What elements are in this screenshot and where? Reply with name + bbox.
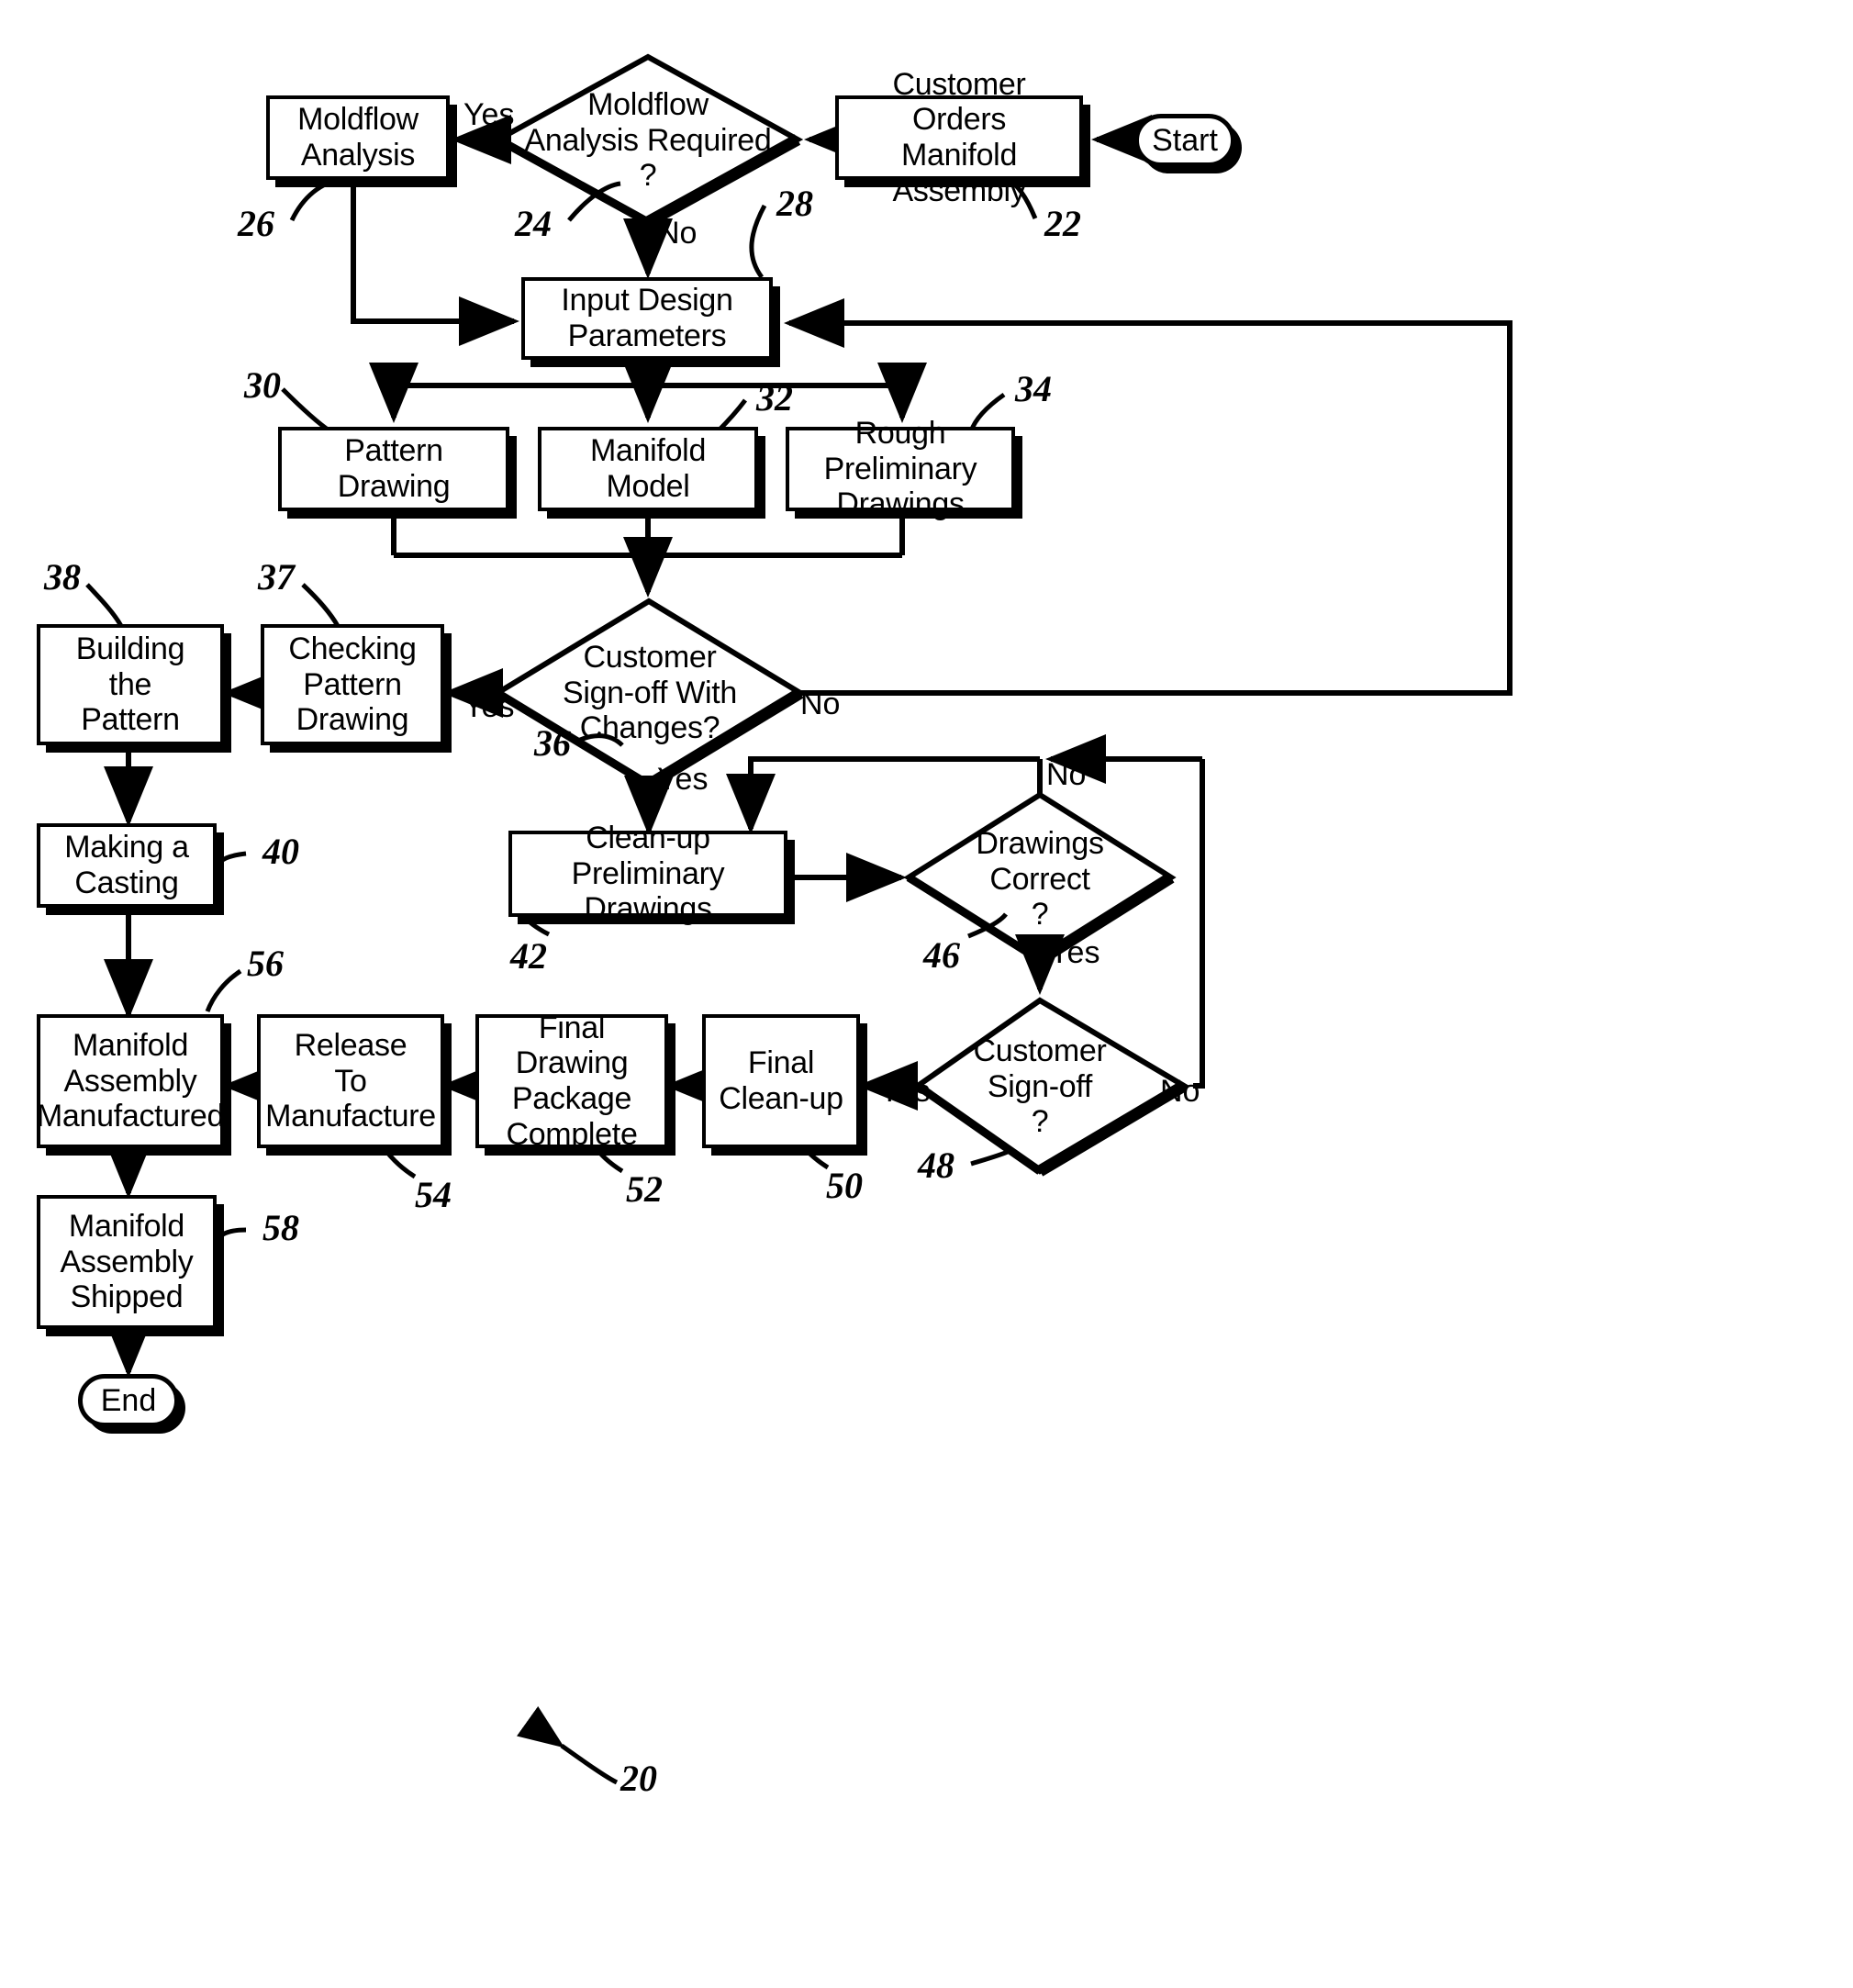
- node-rough-preliminary-drawings-label: Rough Preliminary Drawings: [823, 415, 977, 522]
- node-cleanup-preliminary-drawings-label: Clean-up Preliminary Drawings: [571, 820, 725, 927]
- ref-numeral-30: 30: [244, 364, 281, 406]
- ref-numeral-26: 26: [238, 203, 274, 244]
- ref-numeral-56: 56: [247, 943, 284, 984]
- node-moldflow-analysis[interactable]: Moldflow Analysis: [266, 95, 450, 180]
- node-moldflow-required-label: Moldflow Analysis Required?: [524, 86, 772, 194]
- node-end-label: End: [100, 1382, 157, 1418]
- node-building-the-pattern[interactable]: Building the Pattern: [37, 624, 224, 745]
- node-moldflow-analysis-label: Moldflow Analysis: [297, 102, 419, 173]
- node-making-a-casting[interactable]: Making a Casting: [37, 823, 217, 908]
- node-start[interactable]: Start: [1134, 114, 1235, 167]
- node-manifold-assembly-manufactured-label: Manifold Assembly Manufactured: [36, 1027, 225, 1134]
- node-final-drawing-package-label: Final Drawing Package Complete: [506, 1010, 638, 1152]
- node-end[interactable]: End: [78, 1374, 179, 1427]
- edge-label-moldflow-yes: Yes: [463, 97, 515, 132]
- node-customer-signoff-label: Customer Sign-off?: [973, 1033, 1107, 1140]
- ref-numeral-48: 48: [918, 1145, 954, 1186]
- node-cleanup-preliminary-drawings[interactable]: Clean-up Preliminary Drawings: [508, 821, 787, 926]
- edge-label-drawings-correct-yes: Yes: [1049, 935, 1100, 970]
- node-pattern-drawing[interactable]: Pattern Drawing: [278, 427, 509, 511]
- ref-numeral-50: 50: [826, 1165, 863, 1206]
- node-customer-signoff-label-wrap[interactable]: Customer Sign-off?: [948, 1030, 1132, 1144]
- edge-label-customer-signoff-no: No: [1160, 1074, 1200, 1109]
- node-final-cleanup[interactable]: Final Clean-up: [702, 1014, 860, 1148]
- node-manifold-assembly-shipped-label: Manifold Assembly Shipped: [60, 1208, 194, 1315]
- edge-label-signoff-changes-yes-down: Yes: [657, 762, 709, 797]
- ref-numeral-37: 37: [258, 556, 295, 598]
- node-rough-preliminary-drawings[interactable]: Rough Preliminary Drawings: [786, 416, 1015, 521]
- edge-label-signoff-changes-yes-left: Yes: [463, 689, 515, 724]
- ref-numeral-52: 52: [626, 1168, 663, 1210]
- patent-flowchart-figure: Moldflow Analysis Customer Orders Manifold…: [0, 0, 1853, 1988]
- node-drawings-correct-label: Drawings Correct?: [976, 825, 1104, 933]
- ref-numeral-36: 36: [534, 722, 571, 764]
- node-customer-signoff-changes-label: Customer Sign-off With Changes?: [562, 639, 738, 746]
- edge-label-signoff-changes-no: No: [800, 687, 841, 721]
- node-moldflow-required-label-wrap[interactable]: Moldflow Analysis Required?: [510, 86, 786, 194]
- edge-label-customer-signoff-yes: Yes: [879, 1074, 931, 1109]
- node-pattern-drawing-label: Pattern Drawing: [337, 433, 451, 504]
- node-drawings-correct-label-wrap[interactable]: Drawings Correct?: [948, 822, 1132, 936]
- ref-numeral-46: 46: [923, 934, 960, 976]
- node-customer-orders[interactable]: Customer Orders Manifold Assembly: [835, 67, 1083, 208]
- node-manifold-model-label: Manifold Model: [589, 433, 707, 504]
- node-manifold-assembly-shipped[interactable]: Manifold Assembly Shipped: [37, 1195, 217, 1329]
- ref-numeral-24: 24: [515, 203, 552, 244]
- node-manifold-model[interactable]: Manifold Model: [538, 427, 758, 511]
- edge-label-moldflow-no: No: [657, 216, 698, 251]
- ref-numeral-40: 40: [262, 831, 299, 872]
- node-checking-pattern-drawing-label: Checking Pattern Drawing: [288, 631, 417, 738]
- ref-numeral-20: 20: [620, 1758, 657, 1799]
- connector-layer: [85, 53, 1513, 1785]
- ref-numeral-22: 22: [1044, 203, 1081, 244]
- ref-numeral-34: 34: [1015, 368, 1052, 409]
- ref-numeral-42: 42: [510, 935, 547, 977]
- ref-numeral-58: 58: [262, 1207, 299, 1248]
- node-input-design-parameters-label: Input Design Parameters: [561, 283, 733, 353]
- node-final-cleanup-label: Final Clean-up: [719, 1045, 843, 1116]
- node-manifold-assembly-manufactured[interactable]: Manifold Assembly Manufactured: [37, 1014, 224, 1148]
- ref-numeral-32: 32: [756, 377, 793, 419]
- node-checking-pattern-drawing[interactable]: Checking Pattern Drawing: [261, 624, 444, 745]
- node-input-design-parameters[interactable]: Input Design Parameters: [521, 277, 773, 360]
- node-release-to-manufacture[interactable]: Release To Manufacture: [257, 1014, 444, 1148]
- node-customer-orders-label: Customer Orders Manifold Assembly: [892, 66, 1026, 208]
- node-release-to-manufacture-label: Release To Manufacture: [265, 1027, 436, 1134]
- edge-label-drawings-correct-no: No: [1046, 757, 1087, 792]
- node-final-drawing-package[interactable]: Final Drawing Package Complete: [475, 1011, 668, 1152]
- ref-numeral-54: 54: [415, 1174, 452, 1215]
- ref-numeral-38: 38: [44, 556, 81, 598]
- node-building-the-pattern-label: Building the Pattern: [75, 631, 185, 738]
- ref-numeral-28: 28: [776, 183, 813, 224]
- node-start-label: Start: [1152, 122, 1218, 158]
- node-making-a-casting-label: Making a Casting: [64, 830, 189, 900]
